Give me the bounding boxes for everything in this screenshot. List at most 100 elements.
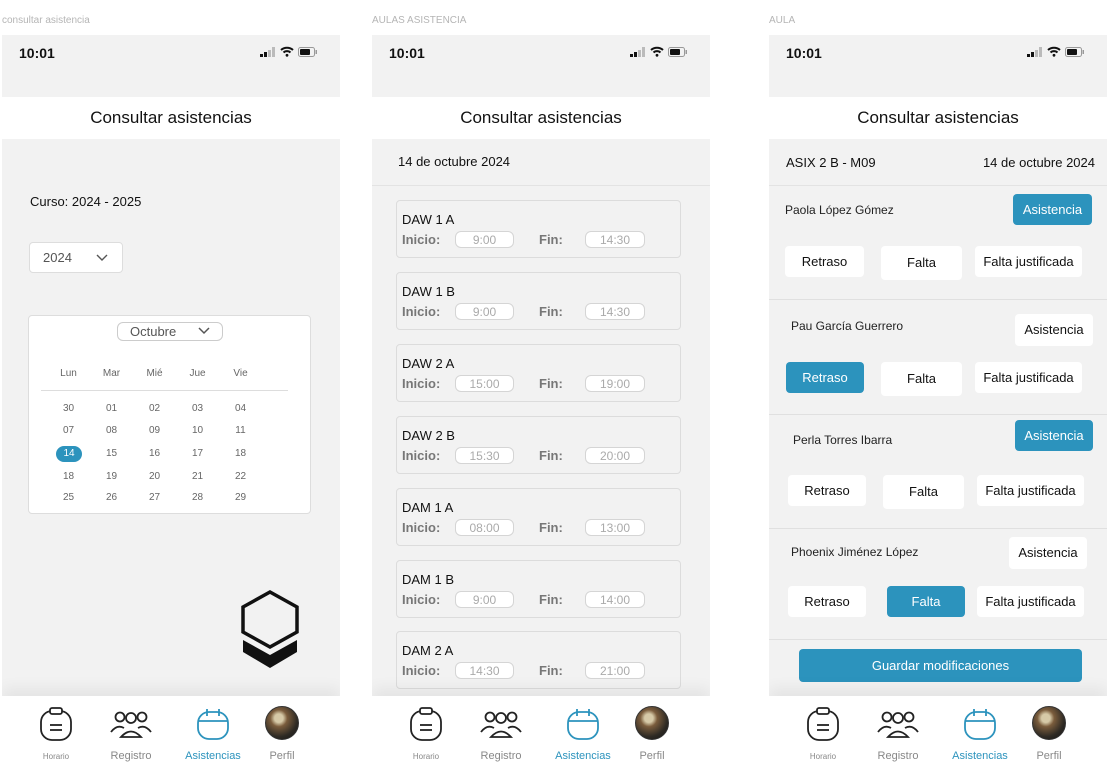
class-card[interactable]: DAM 1 B Inicio: 9:00 Fin: 14:00	[396, 560, 681, 618]
course-label: Curso: 2024 - 2025	[30, 194, 142, 209]
calendar-day[interactable]: 07	[47, 425, 90, 436]
end-time: 20:00	[585, 447, 645, 464]
falta-justificada-button[interactable]: Falta justificada	[977, 586, 1084, 617]
signal-icon	[630, 46, 645, 57]
phone-screen-aula: 10:01 Consultar asistencias ASIX 2 B - M…	[769, 35, 1107, 782]
clipboard-icon	[410, 707, 442, 741]
retraso-button[interactable]: Retraso	[788, 586, 866, 617]
end-label: Fin:	[539, 592, 563, 607]
calendar-icon	[964, 709, 996, 740]
calendar-day[interactable]: 22	[219, 471, 262, 482]
class-name: DAW 2 A	[402, 356, 455, 371]
calendar-week: 25 26 27 28 29	[47, 492, 297, 503]
chevron-down-icon	[198, 323, 210, 344]
bottom-tab-bar: Horario Registro Asistencias Perfil	[372, 696, 710, 782]
class-card[interactable]: DAM 2 A Inicio: 14:30 Fin: 21:00	[396, 631, 681, 689]
falta-button[interactable]: Falta	[883, 475, 964, 509]
calendar-icon	[567, 709, 599, 740]
class-card[interactable]: DAW 1 B Inicio: 9:00 Fin: 14:30	[396, 272, 681, 330]
calendar-day[interactable]: 16	[133, 446, 176, 462]
calendar-day[interactable]: 27	[133, 492, 176, 503]
tab-label: Registro	[480, 750, 522, 762]
calendar-day[interactable]: 30	[47, 403, 90, 414]
weekday-label: Mar	[102, 368, 121, 379]
class-name: DAW 1 A	[402, 212, 455, 227]
calendar-week: 30 01 02 03 04	[47, 403, 297, 414]
tab-label: Asistencias	[952, 750, 1008, 762]
class-card[interactable]: DAW 1 A Inicio: 9:00 Fin: 14:30	[396, 200, 681, 258]
month-select[interactable]: Octubre	[117, 322, 223, 341]
status-time: 10:01	[389, 45, 425, 61]
calendar-day[interactable]: 19	[90, 471, 133, 482]
class-card[interactable]: DAW 2 B Inicio: 15:30 Fin: 20:00	[396, 416, 681, 474]
start-time: 9:00	[455, 231, 514, 248]
falta-button[interactable]: Falta	[881, 246, 962, 280]
calendar-day[interactable]: 08	[90, 425, 133, 436]
class-name: DAM 2 A	[402, 643, 454, 658]
retraso-button[interactable]: Retraso	[785, 246, 864, 277]
chevron-down-icon	[96, 243, 108, 283]
battery-icon	[298, 46, 317, 57]
asistencia-button[interactable]: Asistencia	[1013, 194, 1092, 225]
calendar-day[interactable]: 02	[133, 403, 176, 414]
clipboard-icon	[807, 707, 839, 741]
tab-label: Perfil	[639, 750, 665, 762]
class-card[interactable]: DAM 1 A Inicio: 08:00 Fin: 13:00	[396, 488, 681, 546]
start-label: Inicio:	[402, 448, 441, 463]
retraso-button[interactable]: Retraso	[788, 475, 866, 506]
status-time: 10:01	[19, 45, 55, 61]
calendar-day[interactable]: 15	[90, 446, 133, 462]
calendar-day[interactable]: 18	[219, 446, 262, 462]
falta-justificada-button[interactable]: Falta justificada	[975, 362, 1082, 393]
battery-icon	[1065, 46, 1084, 57]
asistencia-button[interactable]: Asistencia	[1009, 537, 1087, 569]
calendar-day[interactable]: 17	[176, 446, 219, 462]
year-select[interactable]: 2024	[29, 242, 123, 273]
calendar-day-selected[interactable]: 14	[56, 446, 82, 462]
calendar-week: 07 08 09 10 11	[47, 425, 297, 436]
battery-icon	[668, 46, 687, 57]
calendar-icon	[197, 709, 229, 740]
frame-label: AULA	[769, 15, 796, 26]
status-time: 10:01	[786, 45, 822, 61]
calendar-day[interactable]: 10	[176, 425, 219, 436]
bottom-tab-bar: Horario Registro Asistencias Perfil	[769, 696, 1107, 782]
student-row: Pau García Guerrero Asistencia Retraso F…	[769, 301, 1107, 415]
phone-screen-consultar: 10:01 Consultar asistencias Curso: 2024 …	[2, 35, 340, 782]
falta-button[interactable]: Falta	[881, 362, 962, 396]
bottom-tab-bar: Horario Registro Asistencias Perfil	[2, 696, 340, 782]
clipboard-icon	[40, 707, 72, 741]
end-label: Fin:	[539, 232, 563, 247]
calendar-day[interactable]: 18	[47, 471, 90, 482]
wifi-icon	[280, 46, 294, 57]
calendar-day[interactable]: 21	[176, 471, 219, 482]
tab-label: Horario	[809, 752, 837, 761]
falta-button[interactable]: Falta	[887, 586, 965, 617]
tab-label: Perfil	[1036, 750, 1062, 762]
calendar-week: 18 19 20 21 22	[47, 471, 297, 482]
calendar-day[interactable]: 28	[176, 492, 219, 503]
retraso-button[interactable]: Retraso	[786, 362, 864, 393]
calendar-day[interactable]: 03	[176, 403, 219, 414]
calendar-day[interactable]: 04	[219, 403, 262, 414]
save-changes-button[interactable]: Guardar modificaciones	[799, 649, 1082, 682]
class-name: DAW 2 B	[402, 428, 455, 443]
asistencia-button[interactable]: Asistencia	[1015, 314, 1093, 346]
page-title: Consultar asistencias	[2, 97, 340, 139]
end-time: 14:00	[585, 591, 645, 608]
end-time: 21:00	[585, 662, 645, 679]
calendar-day[interactable]: 25	[47, 492, 90, 503]
signal-icon	[260, 46, 275, 57]
class-card[interactable]: DAW 2 A Inicio: 15:00 Fin: 19:00	[396, 344, 681, 402]
calendar-day[interactable]: 01	[90, 403, 133, 414]
calendar-day[interactable]: 29	[219, 492, 262, 503]
calendar-day[interactable]: 09	[133, 425, 176, 436]
calendar-day[interactable]: 26	[90, 492, 133, 503]
calendar-day[interactable]: 20	[133, 471, 176, 482]
class-name: DAW 1 B	[402, 284, 455, 299]
falta-justificada-button[interactable]: Falta justificada	[977, 475, 1084, 506]
selected-date: 14 de octubre 2024	[372, 139, 710, 186]
calendar-day[interactable]: 11	[219, 425, 262, 436]
asistencia-button[interactable]: Asistencia	[1015, 420, 1093, 451]
falta-justificada-button[interactable]: Falta justificada	[975, 246, 1082, 277]
